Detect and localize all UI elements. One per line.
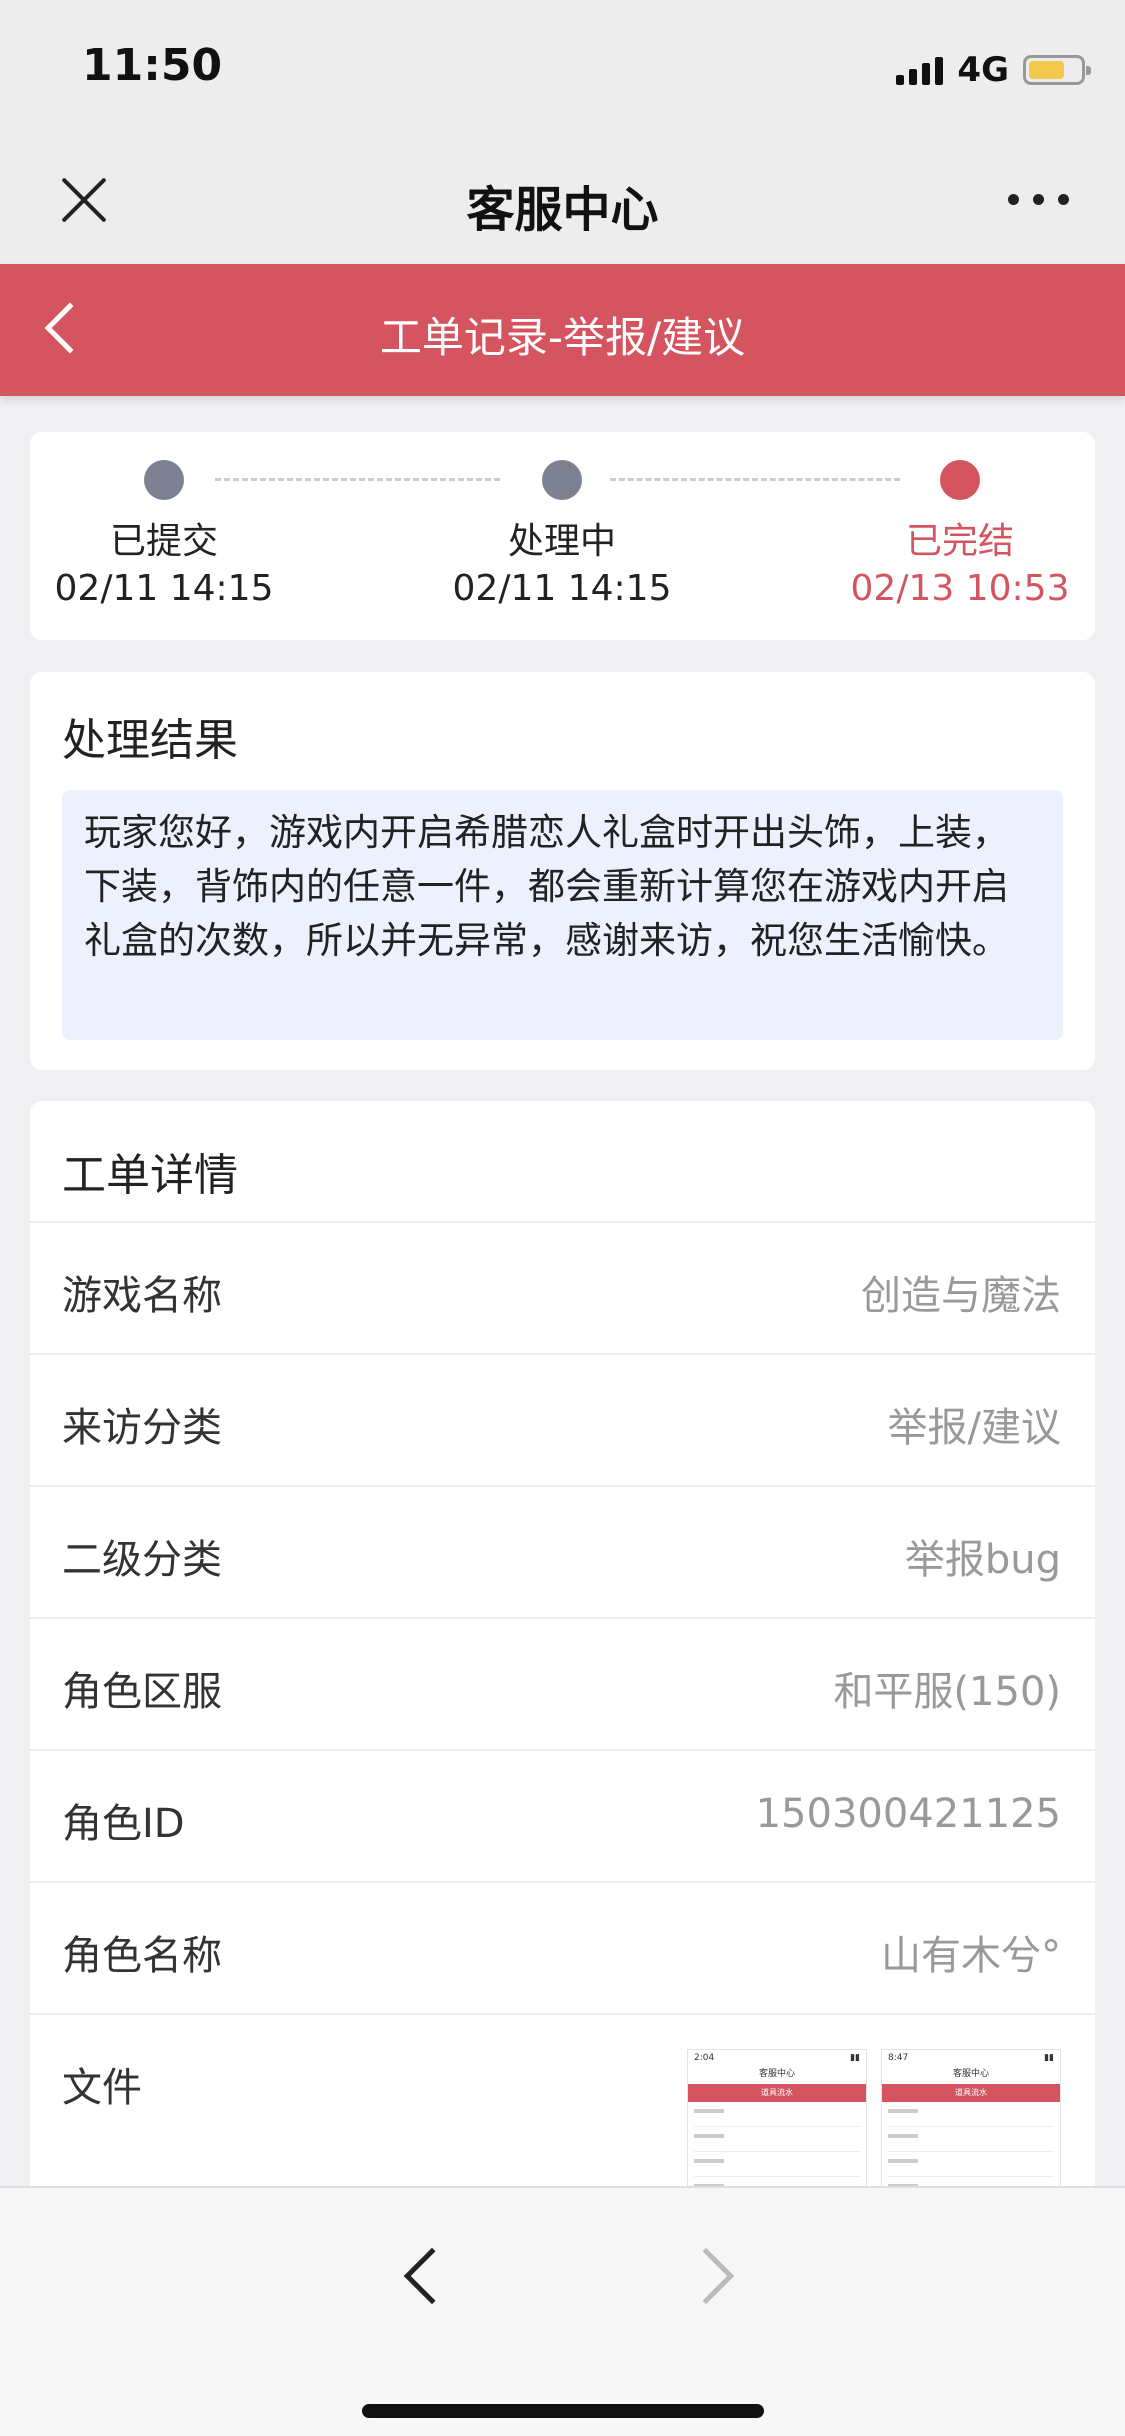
row-value: 举报bug	[904, 1537, 1061, 1583]
detail-row-role-id: 角色ID 150300421125	[30, 1751, 1095, 1883]
step-time: 02/11 14:15	[452, 568, 672, 609]
step-label: 已完结	[905, 521, 1014, 562]
detail-row-sub-category: 二级分类 举报bug	[30, 1487, 1095, 1619]
step-label: 处理中	[507, 521, 616, 562]
step-completed: 已完结 02/13 10:53	[830, 460, 1090, 609]
detail-row-files: 文件 2:04 ▮▮ 客服中心 道具流水 8:47 ▮▮ 客服中心 道具流水	[30, 2015, 1095, 2215]
home-indicator	[362, 2404, 764, 2418]
thumb-title: 客服中心	[758, 2069, 795, 2079]
thumb-subtitle: 道具流水	[882, 2084, 1060, 2102]
row-value: 和平服(150)	[833, 1669, 1061, 1715]
battery-icon	[1023, 55, 1091, 85]
row-value: 举报/建议	[887, 1405, 1061, 1451]
status-indicators: 4G	[896, 50, 1091, 90]
more-icon[interactable]	[1008, 194, 1069, 205]
network-label: 4G	[957, 50, 1009, 90]
detail-row-server: 角色区服 和平服(150)	[30, 1619, 1095, 1751]
result-text: 玩家您好，游戏内开启希腊恋人礼盒时开出头饰，上装，下装，背饰内的任意一件，都会重…	[62, 790, 1063, 1040]
back-icon[interactable]	[403, 2247, 461, 2305]
page-header: 工单记录-举报/建议	[0, 264, 1125, 396]
row-label: 文件	[62, 2065, 142, 2111]
detail-title: 工单详情	[62, 1150, 238, 1201]
step-time: 02/11 14:15	[54, 568, 274, 609]
row-label: 角色区服	[62, 1669, 222, 1715]
row-label: 来访分类	[62, 1405, 222, 1451]
status-bar: 11:50 4G	[0, 0, 1125, 132]
step-time: 02/13 10:53	[850, 568, 1070, 609]
result-title: 处理结果	[62, 715, 238, 766]
row-value: 150300421125	[755, 1791, 1061, 1837]
step-dot	[144, 460, 184, 500]
status-time: 11:50	[82, 40, 223, 91]
nav-title: 客服中心	[466, 182, 659, 238]
page-title: 工单记录-举报/建议	[379, 313, 746, 362]
result-card: 处理结果 玩家您好，游戏内开启希腊恋人礼盒时开出头饰，上装，下装，背饰内的任意一…	[30, 672, 1095, 1070]
thumb-time: 2:04	[694, 2053, 715, 2063]
nav-bar: 客服中心	[0, 132, 1125, 264]
step-dot	[940, 460, 980, 500]
detail-card: 工单详情 游戏名称 创造与魔法 来访分类 举报/建议 二级分类 举报bug 角色…	[30, 1101, 1095, 2201]
step-dot	[542, 460, 582, 500]
detail-row-role-name: 角色名称 山有木兮°	[30, 1883, 1095, 2015]
row-label: 游戏名称	[62, 1273, 222, 1319]
file-thumbnail[interactable]: 2:04 ▮▮ 客服中心 道具流水	[687, 2049, 867, 2189]
signal-icon	[896, 55, 944, 85]
thumb-subtitle: 道具流水	[688, 2084, 866, 2102]
detail-row-game-name: 游戏名称 创造与魔法	[30, 1223, 1095, 1355]
file-thumbnail[interactable]: 8:47 ▮▮ 客服中心 道具流水	[881, 2049, 1061, 2189]
step-submitted: 已提交 02/11 14:15	[34, 460, 294, 609]
page: 11:50 4G 客服中心 工单记录-举报/建议 已提交 02/11 14:15	[0, 0, 1125, 2436]
progress-card: 已提交 02/11 14:15 处理中 02/11 14:15 已完结 02/1…	[30, 432, 1095, 640]
battery-fill	[1029, 61, 1064, 79]
thumb-title: 客服中心	[952, 2069, 989, 2079]
row-value: 创造与魔法	[861, 1273, 1061, 1319]
row-label: 二级分类	[62, 1537, 222, 1583]
row-label: 角色ID	[62, 1801, 185, 1847]
step-processing: 处理中 02/11 14:15	[432, 460, 692, 609]
detail-row-visit-category: 来访分类 举报/建议	[30, 1355, 1095, 1487]
forward-icon[interactable]	[677, 2247, 735, 2305]
thumb-time: 8:47	[888, 2053, 909, 2063]
detail-header: 工单详情	[30, 1101, 1095, 1223]
row-value: 山有木兮°	[881, 1933, 1061, 1979]
file-thumbnails: 2:04 ▮▮ 客服中心 道具流水 8:47 ▮▮ 客服中心 道具流水	[687, 2049, 1061, 2189]
step-label: 已提交	[109, 521, 218, 562]
browser-toolbar	[0, 2186, 1125, 2436]
row-label: 角色名称	[62, 1933, 222, 1979]
